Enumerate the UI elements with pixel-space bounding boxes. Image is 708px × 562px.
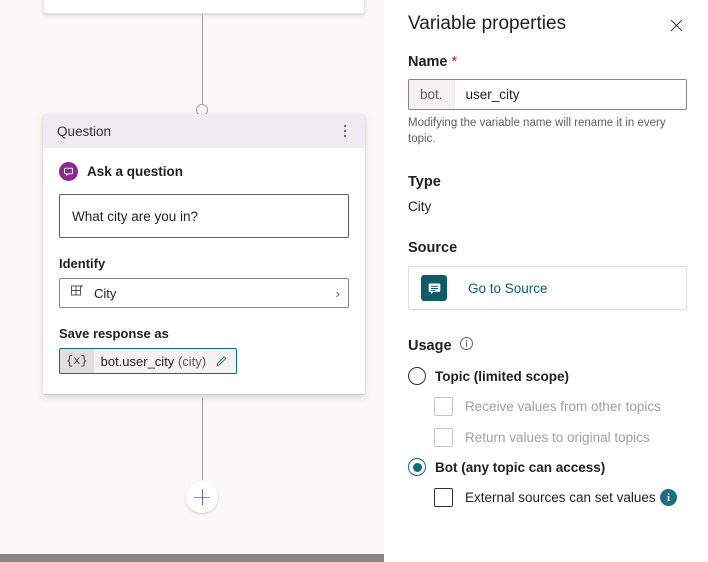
checkbox-receive-values-label: Receive values from other topics xyxy=(465,399,661,415)
question-node-card[interactable]: Question Ask a question What city are yo… xyxy=(43,114,365,394)
checkbox-external-sources-label: External sources can set values xyxy=(465,490,656,506)
checkbox-unchecked-icon xyxy=(434,488,453,508)
checkbox-unchecked-icon xyxy=(434,428,453,448)
topic-canvas[interactable]: Question Ask a question What city are yo… xyxy=(0,0,384,562)
source-section-label: Source xyxy=(408,240,458,257)
usage-radio-bot-label: Bot (any topic can access) xyxy=(435,459,606,475)
identify-entity-picker[interactable]: City › xyxy=(59,278,349,308)
kebab-dot xyxy=(343,124,347,128)
go-to-source-button[interactable]: Go to Source xyxy=(408,266,687,311)
variable-properties-panel: Variable properties Name * bot. Modifyin… xyxy=(384,0,708,562)
ask-a-question-label: Ask a question xyxy=(87,164,184,179)
panel-header: Variable properties xyxy=(408,0,687,40)
variable-chip-type: (city) xyxy=(177,353,207,369)
checkbox-return-values: Return values to original topics xyxy=(434,428,687,448)
add-node-button[interactable] xyxy=(186,481,218,513)
variable-chip-name: bot.user_city xyxy=(100,353,175,369)
usage-radio-topic[interactable]: Topic (limited scope) xyxy=(408,367,687,386)
pencil-icon[interactable] xyxy=(213,355,236,368)
variable-chip-label: bot.user_city (city) xyxy=(94,354,214,369)
go-to-source-label: Go to Source xyxy=(468,280,548,296)
name-section-label: Name * xyxy=(408,54,687,70)
checkbox-return-values-label: Return values to original topics xyxy=(465,430,650,446)
kebab-dot xyxy=(343,129,347,133)
question-message-icon xyxy=(59,162,78,181)
app-root: Question Ask a question What city are yo… xyxy=(0,0,708,562)
variable-brace-icon: {x} xyxy=(60,349,94,373)
question-node-body: Ask a question What city are you in? Ide… xyxy=(43,148,365,394)
usage-label: Usage xyxy=(408,338,452,355)
entity-grid-icon xyxy=(70,283,85,303)
node-more-options-button[interactable] xyxy=(333,119,357,143)
name-helper-text: Modifying the variable name will rename … xyxy=(408,117,666,145)
save-response-as-label: Save response as xyxy=(59,326,169,341)
variable-name-field[interactable]: bot. xyxy=(408,79,687,110)
chevron-right-icon: › xyxy=(335,285,340,301)
usage-radio-bot[interactable]: Bot (any topic can access) xyxy=(408,458,687,477)
question-message-input[interactable]: What city are you in? xyxy=(59,194,349,238)
info-filled-icon[interactable]: i xyxy=(660,489,677,507)
page-title: Variable properties xyxy=(408,13,567,34)
plus-icon-vertical xyxy=(201,489,203,505)
speech-bubble-icon xyxy=(421,275,447,302)
type-value: City xyxy=(408,199,432,215)
type-section-label: Type xyxy=(408,174,441,191)
connector-line-bottom xyxy=(202,398,204,480)
usage-radio-topic-label: Topic (limited scope) xyxy=(435,368,570,384)
required-asterisk: * xyxy=(451,54,458,70)
radio-checked-icon xyxy=(408,458,426,477)
canvas-scrollbar-thumb[interactable] xyxy=(0,554,384,562)
previous-node-card[interactable] xyxy=(43,0,365,14)
close-icon[interactable] xyxy=(661,10,691,40)
ask-a-question-row: Ask a question xyxy=(59,162,349,181)
name-label: Name xyxy=(408,54,448,70)
question-node-header: Question xyxy=(43,114,365,148)
checkbox-external-sources[interactable]: External sources can set values i xyxy=(434,488,687,508)
variable-name-input[interactable] xyxy=(454,80,686,109)
checkbox-receive-values: Receive values from other topics xyxy=(434,397,687,417)
radio-unchecked-icon xyxy=(408,367,426,386)
checkbox-unchecked-icon xyxy=(434,397,453,417)
question-node-title: Question xyxy=(57,123,112,139)
connector-line-top xyxy=(202,14,204,110)
usage-section-header: Usage xyxy=(408,336,687,356)
identify-label: Identify xyxy=(59,256,106,271)
variable-chip[interactable]: {x} bot.user_city (city) xyxy=(59,348,238,374)
info-outline-icon[interactable] xyxy=(459,336,474,356)
variable-name-prefix: bot. xyxy=(409,80,455,109)
kebab-dot xyxy=(343,134,347,138)
canvas-horizontal-scrollbar[interactable] xyxy=(0,554,384,562)
identify-entity-value: City xyxy=(94,285,117,301)
